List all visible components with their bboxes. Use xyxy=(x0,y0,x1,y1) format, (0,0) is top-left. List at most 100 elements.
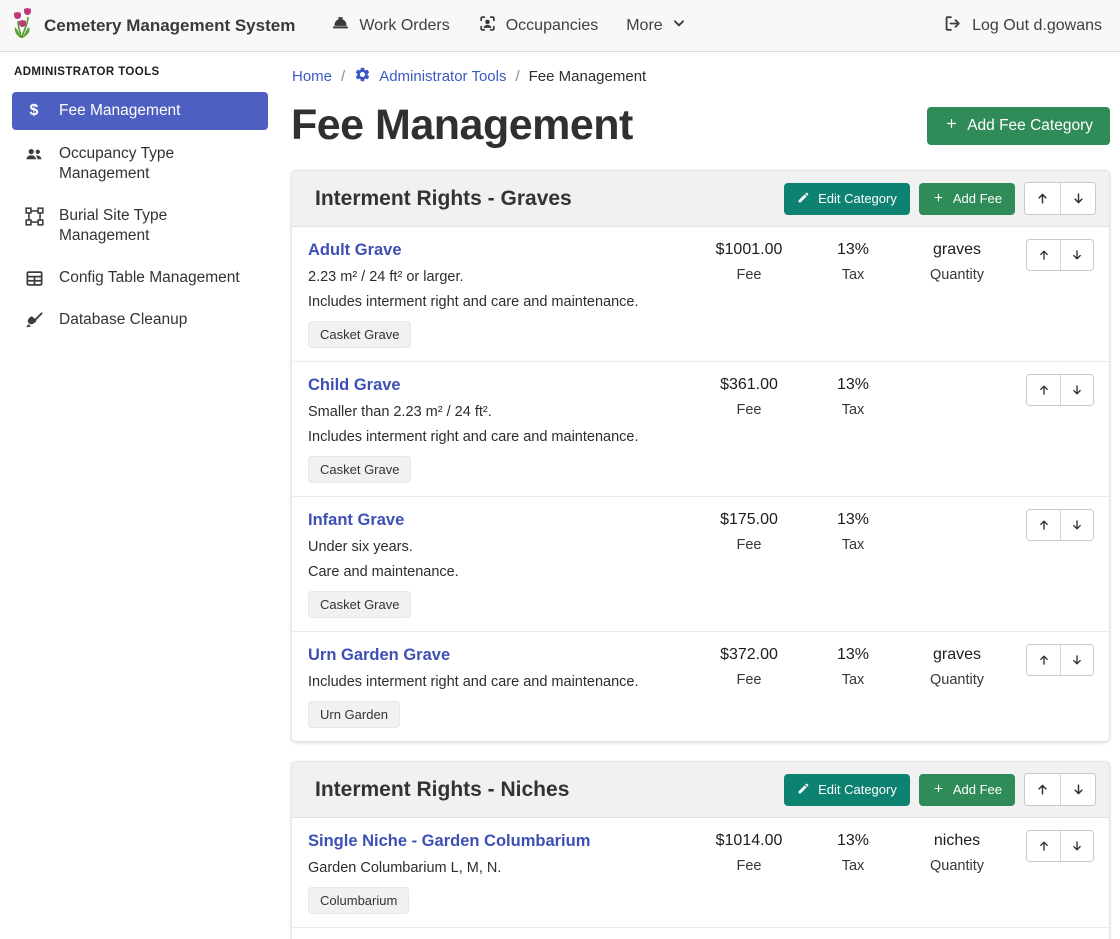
category-header: Interment Rights - Graves Edit Category … xyxy=(292,171,1109,227)
fee-description: Care and maintenance. xyxy=(308,564,689,580)
edit-category-button[interactable]: Edit Category xyxy=(784,774,910,806)
nav-occupancies[interactable]: Occupancies xyxy=(464,0,613,52)
fee-row: Infant Grave Under six years. Care and ma… xyxy=(292,497,1109,632)
tax-column: 13% Tax xyxy=(801,374,905,418)
quantity-label: Quantity xyxy=(905,858,1009,874)
sidebar-item-label: Fee Management xyxy=(59,101,181,121)
gear-icon xyxy=(354,66,371,87)
fee-reorder-group xyxy=(1026,830,1094,862)
tax-amount: 13% xyxy=(801,646,905,665)
app-title: Cemetery Management System xyxy=(44,16,295,36)
quantity-column: graves Quantity xyxy=(905,239,1009,283)
nav-more[interactable]: More xyxy=(612,0,699,52)
quantity-label: Quantity xyxy=(905,267,1009,283)
fee-amount: $1001.00 xyxy=(697,241,801,260)
nav-work-orders[interactable]: Work Orders xyxy=(317,0,463,52)
add-fee-button[interactable]: Add Fee xyxy=(919,774,1015,806)
fee-description: Smaller than 2.23 m² / 24 ft². xyxy=(308,404,689,420)
fee-badge: Casket Grave xyxy=(308,591,411,618)
move-category-up-button[interactable] xyxy=(1025,774,1060,805)
table-icon xyxy=(24,269,44,288)
category-title: Interment Rights - Graves xyxy=(305,187,784,211)
sidebar-item-burial-site-type[interactable]: Burial Site Type Management xyxy=(12,198,268,254)
fee-amount: $361.00 xyxy=(697,376,801,395)
move-fee-down-button[interactable] xyxy=(1060,645,1093,675)
fee-badge: Casket Grave xyxy=(308,321,411,348)
quantity-column: graves Quantity xyxy=(905,644,1009,688)
occupancy-badge-icon xyxy=(478,14,497,38)
move-fee-up-button[interactable] xyxy=(1027,645,1060,675)
add-fee-category-button[interactable]: Add Fee Category xyxy=(927,107,1110,145)
category-reorder-group xyxy=(1024,773,1096,806)
move-category-down-button[interactable] xyxy=(1060,183,1095,214)
fee-descriptions: 2.23 m² / 24 ft² or larger.Includes inte… xyxy=(308,269,689,310)
pencil-icon xyxy=(797,191,810,207)
logout-button[interactable]: Log Out d.gowans xyxy=(943,14,1102,38)
page-title: Fee Management xyxy=(291,101,633,150)
fee-descriptions: Under six years. Care and maintenance. xyxy=(308,539,689,580)
pencil-icon xyxy=(797,782,810,798)
quantity-column xyxy=(905,374,1009,402)
breadcrumb-admin-tools-link[interactable]: Administrator Tools xyxy=(354,66,506,87)
plus-icon xyxy=(932,782,945,798)
fee-label: Fee xyxy=(697,402,801,418)
fee-name-link[interactable]: Child Grave xyxy=(308,376,401,395)
fee-amount: $1014.00 xyxy=(697,832,801,851)
tax-amount: 13% xyxy=(801,511,905,530)
fee-label: Fee xyxy=(697,537,801,553)
chevron-down-icon xyxy=(672,16,686,35)
fee-column: $1014.00 Fee xyxy=(697,830,801,874)
tax-amount: 13% xyxy=(801,376,905,395)
edit-category-button[interactable]: Edit Category xyxy=(784,183,910,215)
fee-row: Companion Niche - Garden Columbarium Gar… xyxy=(292,928,1109,939)
tax-label: Tax xyxy=(801,537,905,553)
fee-name-link[interactable]: Urn Garden Grave xyxy=(308,646,450,665)
move-fee-up-button[interactable] xyxy=(1027,240,1060,270)
breadcrumb-separator: / xyxy=(341,68,345,85)
fee-description: Under six years. xyxy=(308,539,689,555)
move-fee-down-button[interactable] xyxy=(1060,375,1093,405)
fee-name-link[interactable]: Infant Grave xyxy=(308,511,404,530)
fee-reorder-group xyxy=(1026,239,1094,271)
sidebar: ADMINISTRATOR TOOLS $ Fee Management Occ… xyxy=(0,52,280,939)
fee-row: Urn Garden Grave Includes interment righ… xyxy=(292,632,1109,741)
fee-label: Fee xyxy=(697,858,801,874)
move-fee-up-button[interactable] xyxy=(1027,510,1060,540)
move-fee-down-button[interactable] xyxy=(1060,240,1093,270)
sidebar-item-occupancy-type[interactable]: Occupancy Type Management xyxy=(12,136,268,192)
move-fee-up-button[interactable] xyxy=(1027,831,1060,861)
fee-name-link[interactable]: Adult Grave xyxy=(308,241,402,260)
move-fee-down-button[interactable] xyxy=(1060,510,1093,540)
top-navbar: Cemetery Management System Work Orders O… xyxy=(0,0,1120,52)
hardhat-icon xyxy=(331,14,350,38)
sidebar-item-database-cleanup[interactable]: Database Cleanup xyxy=(12,302,268,338)
fee-column: $372.00 Fee xyxy=(697,644,801,688)
sidebar-item-fee-management[interactable]: $ Fee Management xyxy=(12,92,268,130)
nav-work-orders-label: Work Orders xyxy=(359,17,449,35)
fee-row: Adult Grave 2.23 m² / 24 ft² or larger.I… xyxy=(292,227,1109,362)
move-fee-up-button[interactable] xyxy=(1027,375,1060,405)
app-brand[interactable]: Cemetery Management System xyxy=(10,7,295,44)
quantity-column: niches Quantity xyxy=(905,830,1009,874)
tax-amount: 13% xyxy=(801,832,905,851)
fee-description: 2.23 m² / 24 ft² or larger. xyxy=(308,269,689,285)
fee-reorder-group xyxy=(1026,644,1094,676)
breadcrumb-home-link[interactable]: Home xyxy=(292,68,332,85)
sidebar-item-config-table[interactable]: Config Table Management xyxy=(12,260,268,296)
move-category-down-button[interactable] xyxy=(1060,774,1095,805)
quantity-value: graves xyxy=(905,241,1009,260)
quantity-value: niches xyxy=(905,832,1009,851)
sidebar-item-label: Occupancy Type Management xyxy=(59,144,256,184)
sidebar-item-label: Burial Site Type Management xyxy=(59,206,256,246)
fee-name-link[interactable]: Single Niche - Garden Columbarium xyxy=(308,832,590,851)
breadcrumb-separator: / xyxy=(515,68,519,85)
move-category-up-button[interactable] xyxy=(1025,183,1060,214)
tax-column: 13% Tax xyxy=(801,830,905,874)
sign-out-icon xyxy=(943,14,962,38)
fee-descriptions: Smaller than 2.23 m² / 24 ft².Includes i… xyxy=(308,404,689,445)
add-fee-button[interactable]: Add Fee xyxy=(919,183,1015,215)
move-fee-down-button[interactable] xyxy=(1060,831,1093,861)
tax-label: Tax xyxy=(801,858,905,874)
fee-description: Includes interment right and care and ma… xyxy=(308,674,689,690)
dollar-icon: $ xyxy=(24,102,44,120)
